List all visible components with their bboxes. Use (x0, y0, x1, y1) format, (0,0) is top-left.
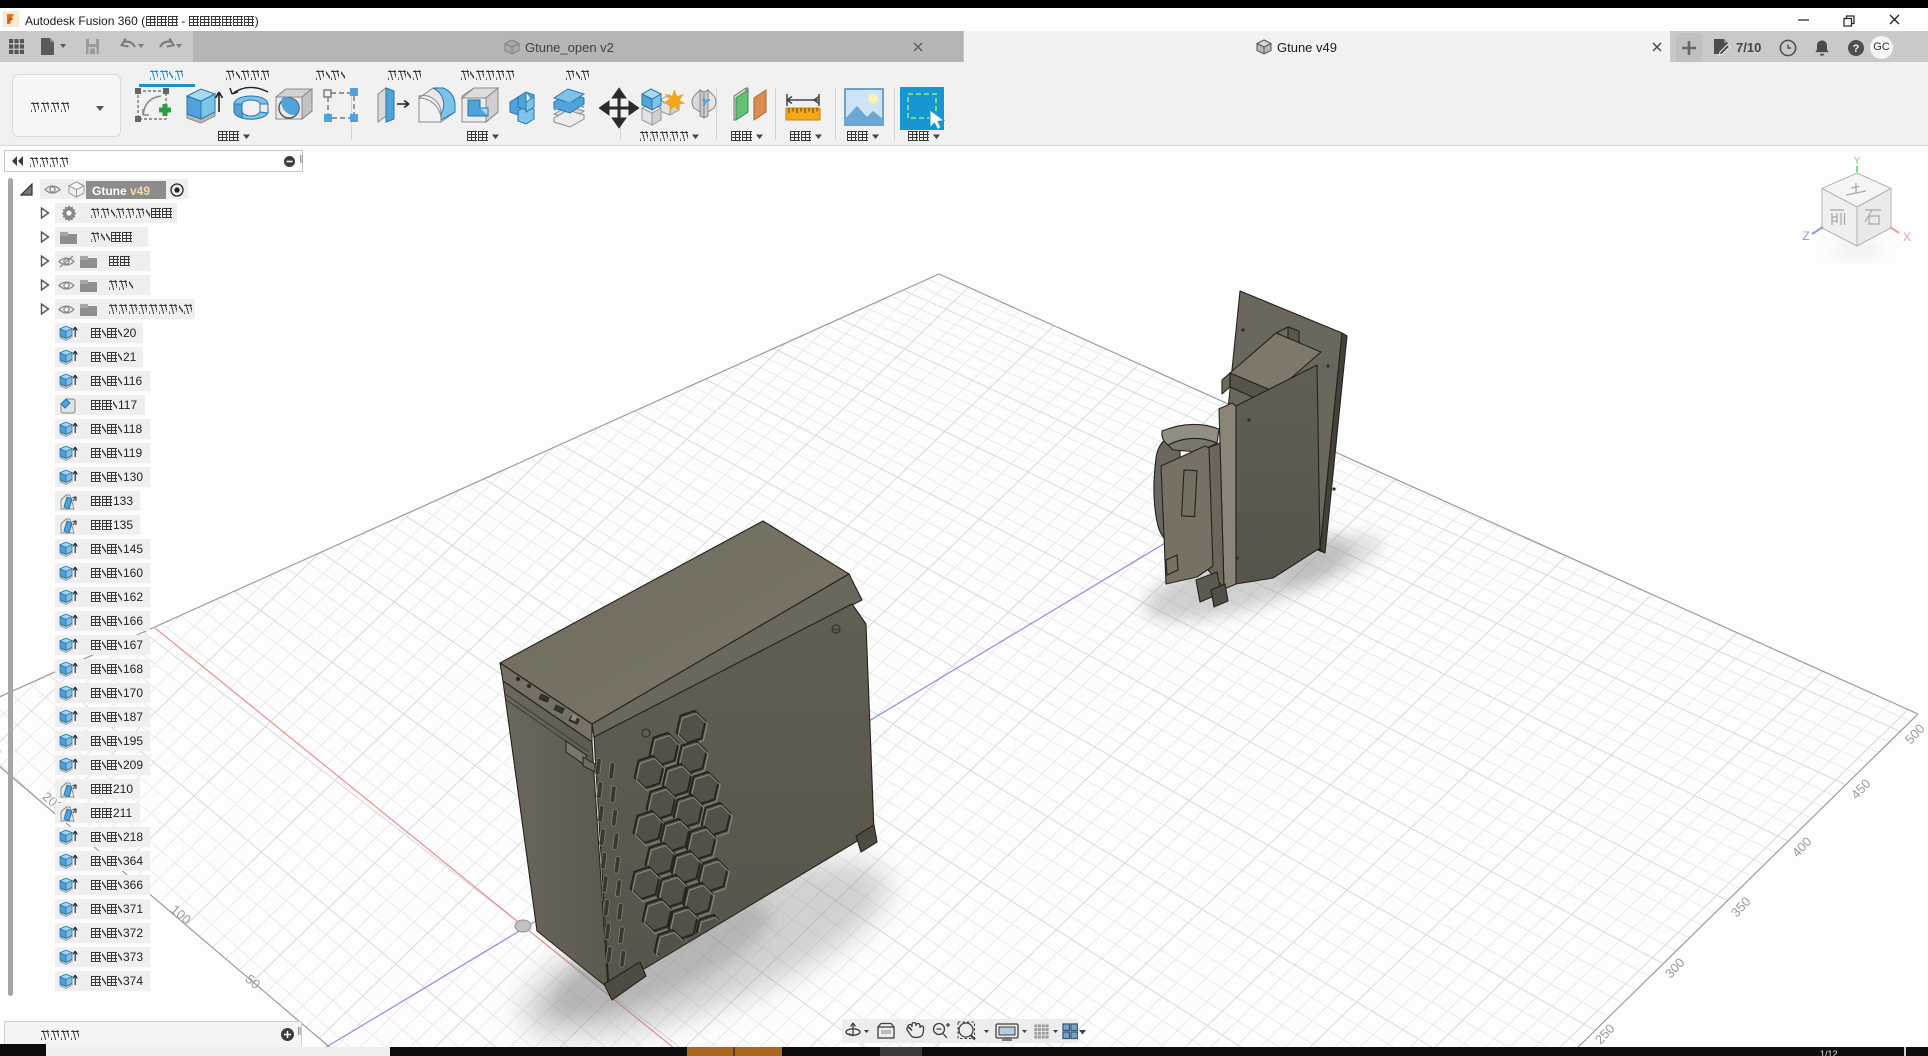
svg-text:Y: Y (1853, 155, 1861, 167)
svg-text:X: X (1903, 230, 1911, 244)
svg-text:Z: Z (1802, 229, 1809, 243)
svg-text:?: ? (1853, 43, 1860, 55)
